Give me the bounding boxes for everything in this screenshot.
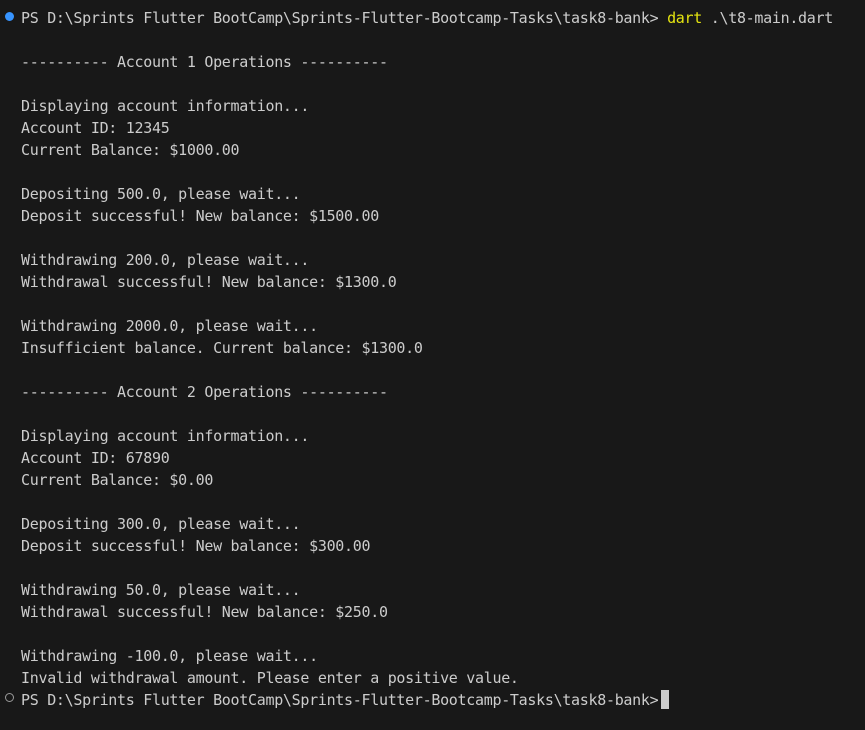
- output-line: Withdrawing 2000.0, please wait...: [21, 317, 318, 335]
- output-line: Insufficient balance. Current balance: $…: [21, 339, 423, 357]
- text-cursor: [661, 690, 670, 709]
- output-line: ---------- Account 1 Operations --------…: [21, 53, 388, 71]
- output-line: Deposit successful! New balance: $1500.0…: [21, 207, 379, 225]
- command-pending-decoration-icon[interactable]: [5, 693, 14, 702]
- output-line: Deposit successful! New balance: $300.00: [21, 537, 371, 555]
- command-arguments: .\t8-main.dart: [702, 9, 834, 27]
- command-name: dart: [667, 9, 703, 27]
- output-line: Withdrawal successful! New balance: $130…: [21, 273, 397, 291]
- output-line: Invalid withdrawal amount. Please enter …: [21, 669, 519, 687]
- output-line: Account ID: 67890: [21, 449, 170, 467]
- command-success-decoration-icon[interactable]: [5, 12, 14, 21]
- output-line: Withdrawing 50.0, please wait...: [21, 581, 301, 599]
- output-line: Displaying account information...: [21, 427, 310, 445]
- output-line: Withdrawing 200.0, please wait...: [21, 251, 310, 269]
- prompt-text: PS D:\Sprints Flutter BootCamp\Sprints-F…: [21, 691, 659, 709]
- output-line: ---------- Account 2 Operations --------…: [21, 383, 388, 401]
- output-line: Withdrawal successful! New balance: $250…: [21, 603, 388, 621]
- output-line: Depositing 500.0, please wait...: [21, 185, 301, 203]
- output-line: Current Balance: $1000.00: [21, 141, 240, 159]
- output-line: Account ID: 12345: [21, 119, 170, 137]
- output-line: Withdrawing -100.0, please wait...: [21, 647, 318, 665]
- output-line: Depositing 300.0, please wait...: [21, 515, 301, 533]
- terminal-panel[interactable]: PS D:\Sprints Flutter BootCamp\Sprints-F…: [0, 0, 865, 730]
- output-line: Current Balance: $0.00: [21, 471, 214, 489]
- active-prompt-line[interactable]: PS D:\Sprints Flutter BootCamp\Sprints-F…: [21, 689, 670, 711]
- prompt-text: PS D:\Sprints Flutter BootCamp\Sprints-F…: [21, 9, 668, 27]
- command-line: PS D:\Sprints Flutter BootCamp\Sprints-F…: [21, 7, 833, 29]
- output-line: Displaying account information...: [21, 97, 310, 115]
